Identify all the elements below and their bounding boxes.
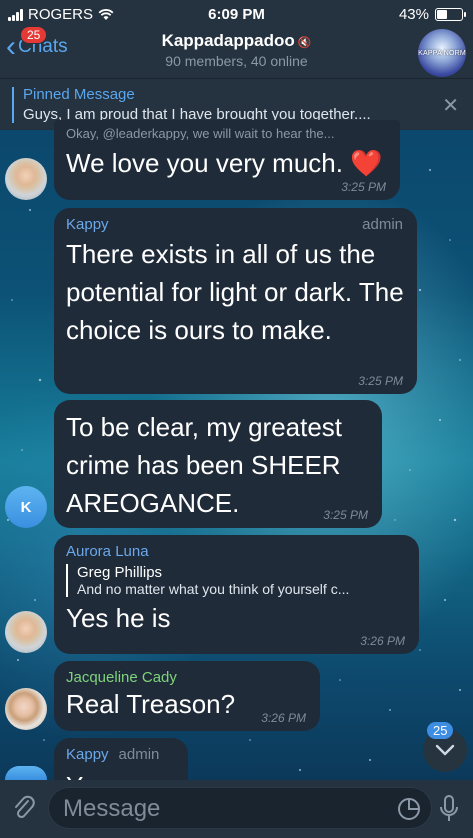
sender-name[interactable]: Jacqueline Cady	[66, 669, 308, 686]
chat-subtitle: 90 members, 40 online	[165, 53, 308, 69]
battery-percent: 43%	[398, 6, 429, 23]
reply-preview: Okay, @leaderkappy, we will wait to hear…	[66, 126, 335, 140]
avatar[interactable]: K	[5, 486, 47, 528]
quote-author: Greg Phillips	[77, 564, 163, 581]
message-time: 3:26 PM	[261, 711, 306, 725]
chat-header: ‹ Chats 25 Kappadappadoo 🔇 90 members, 40…	[0, 26, 473, 78]
sticker-icon[interactable]	[397, 797, 421, 821]
group-avatar-text: KAPPA NORM	[418, 49, 466, 57]
admin-label: admin	[118, 746, 160, 763]
message-time: 3:26 PM	[360, 634, 405, 648]
unread-count-badge: 25	[427, 722, 454, 739]
quote-text: And no matter what you think of yourself…	[77, 581, 350, 597]
paperclip-icon[interactable]	[12, 794, 36, 822]
admin-label: admin	[362, 216, 403, 233]
message-bubble[interactable]: Okay, @leaderkappy, we will wait to hear…	[54, 120, 400, 200]
avatar[interactable]	[5, 766, 47, 780]
avatar[interactable]	[5, 611, 47, 653]
avatar[interactable]	[5, 158, 47, 200]
microphone-icon[interactable]	[439, 794, 459, 824]
status-bar: ROGERS 6:09 PM 43%	[0, 0, 473, 28]
message-bubble[interactable]: Jacqueline Cady Real Treason? 3:26 PM	[54, 661, 320, 731]
chevron-down-icon	[435, 744, 455, 756]
message-time: 3:25 PM	[323, 508, 368, 522]
message-input[interactable]	[63, 794, 373, 824]
message-text: There exists in all of us the potential …	[66, 239, 404, 345]
pinned-title: Pinned Message	[23, 86, 135, 103]
muted-icon: 🔇	[297, 37, 312, 49]
chat-title-text: Kappadappadoo	[161, 31, 295, 50]
message-text: Yes he is	[66, 603, 171, 633]
group-avatar[interactable]: KAPPA NORM	[418, 29, 466, 77]
message-time: 3:25 PM	[358, 374, 403, 388]
message-bubble[interactable]: Kappy admin There exists in all of us th…	[54, 208, 417, 394]
battery-icon	[435, 8, 466, 21]
input-bar	[0, 780, 473, 838]
status-right: 43%	[398, 6, 466, 23]
chat-title[interactable]: Kappadappadoo 🔇	[0, 31, 473, 51]
avatar[interactable]	[5, 688, 47, 730]
avatar-initial: K	[20, 498, 32, 516]
message-time: 3:25 PM	[341, 180, 386, 194]
reply-quote[interactable]: Greg Phillips And no matter what you thi…	[66, 564, 407, 597]
message-bubble[interactable]: Aurora Luna Greg Phillips And no matter …	[54, 535, 419, 654]
message-field-container	[48, 787, 432, 829]
message-text: To be clear, my greatest crime has been …	[66, 412, 343, 518]
message-bubble[interactable]: To be clear, my greatest crime has been …	[54, 400, 382, 528]
sender-name[interactable]: Kappy	[66, 746, 109, 763]
message-text: We love you very much. ❤️	[66, 148, 383, 178]
close-icon[interactable]: ✕	[442, 93, 459, 118]
sender-name[interactable]: Aurora Luna	[66, 543, 407, 560]
sender-name[interactable]: Kappy	[66, 216, 405, 233]
pinned-accent-bar	[12, 87, 14, 123]
